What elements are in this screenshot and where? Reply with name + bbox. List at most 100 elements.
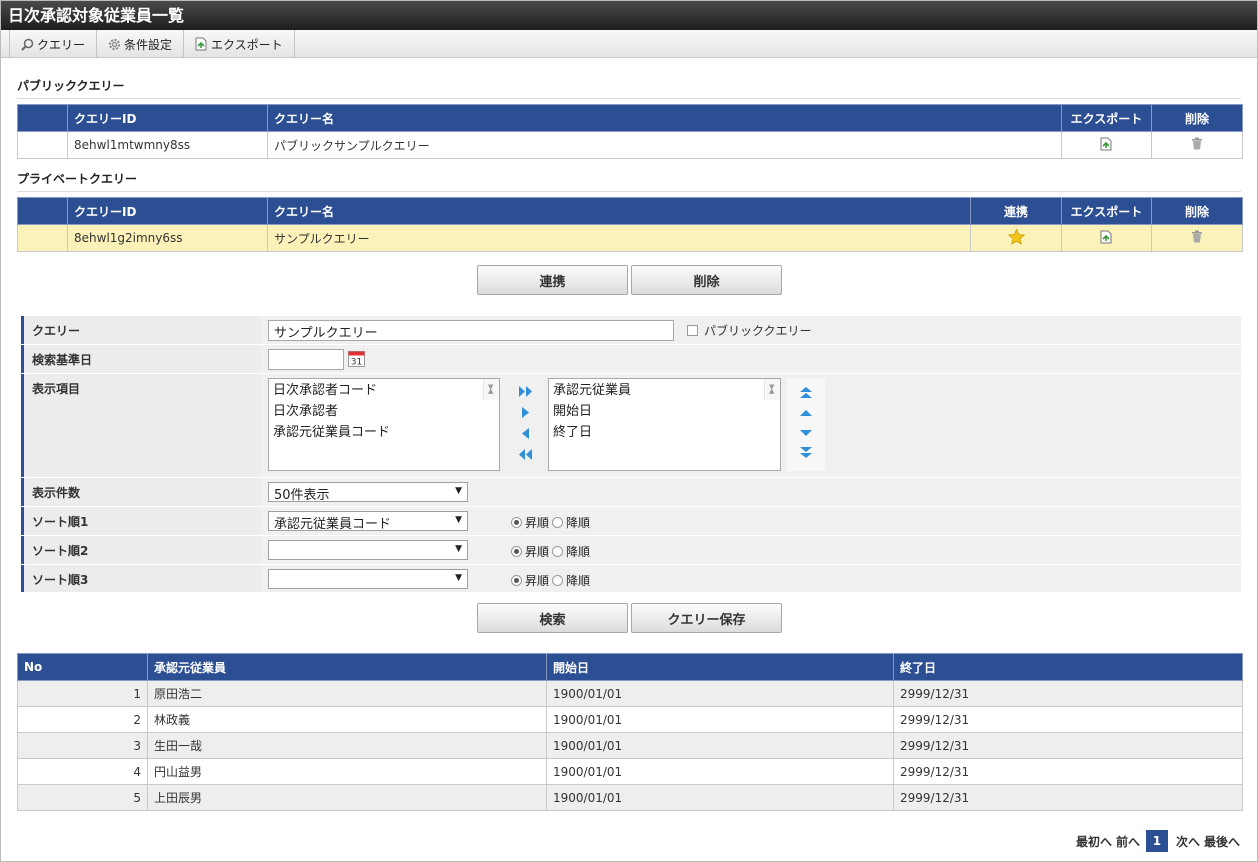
available-items-list[interactable]: 日次承認者コード 日次承認者 承認元従業員コード ▲ ▼ [268,378,500,471]
row-employee: 生田一哉 [147,732,547,759]
header-export: エクスポート [1061,197,1152,225]
query-id-cell[interactable]: 8ehwl1g2imny6ss [67,224,268,252]
list-item[interactable]: 日次承認者 [273,402,495,423]
pager-first[interactable]: 最初へ [1076,833,1112,850]
table-row[interactable]: 5 上田辰男 1900/01/01 2999/12/31 [17,784,1243,811]
pagination: 最初へ 前へ 1 次へ 最後へ [1072,830,1240,852]
table-row[interactable]: 8ehwl1mtwmny8ss パブリックサンプルクエリー [17,131,1243,159]
selected-items-list[interactable]: 承認元従業員 開始日 終了日 ▲ ▼ [548,378,781,471]
move-bottom-button[interactable] [799,446,813,460]
sort2-order: 昇順 降順 [511,543,590,560]
query-id-cell[interactable]: 8ehwl1mtwmny8ss [67,131,268,159]
search-button[interactable]: 検索 [477,603,628,633]
save-query-button[interactable]: クエリー保存 [631,603,782,633]
sort1-desc-radio[interactable] [552,517,564,528]
row-no: 4 [17,758,148,785]
sort2-asc-radio[interactable] [511,546,522,557]
table-row[interactable]: 1 原田浩二 1900/01/01 2999/12/31 [17,680,1243,707]
export-tab-button[interactable]: エクスポート [184,30,295,58]
table-header-row: No 承認元従業員 開始日 終了日 [17,653,1243,681]
export-file-icon[interactable] [1100,230,1113,247]
query-tab-button[interactable]: クエリー [9,30,98,58]
table-row[interactable]: 2 林政義 1900/01/01 2999/12/31 [17,706,1243,733]
count-select[interactable]: 50件表示 ▼ [268,482,468,503]
row-no: 1 [17,680,148,707]
pager-last[interactable]: 最後へ [1204,833,1240,850]
conditions-tab-button[interactable]: 条件設定 [97,30,185,58]
sort3-label: ソート順3 [21,565,261,592]
list-item[interactable]: 開始日 [553,402,776,423]
sort3-asc-label: 昇順 [525,574,550,588]
pager-prev[interactable]: 前へ [1116,833,1140,850]
dropdown-arrow-icon: ▼ [455,573,462,583]
public-query-checkbox-group: パブリッククエリー [687,322,812,339]
star-icon[interactable] [1007,227,1025,248]
move-up-button[interactable] [799,406,813,420]
sort2-asc-label: 昇順 [525,545,550,559]
export-file-icon[interactable] [1100,137,1113,154]
move-down-button[interactable] [799,426,813,440]
query-row: クエリー サンプルクエリー パブリッククエリー [21,316,1241,344]
sort3-order: 昇順 降順 [511,572,590,589]
sort1-order: 昇順 降順 [511,514,590,531]
move-top-button[interactable] [799,386,813,400]
export-tab-label: エクスポート [211,37,283,52]
query-name-input[interactable]: サンプルクエリー [268,320,674,341]
pager-current-page[interactable]: 1 [1145,830,1168,852]
row-end-date: 2999/12/31 [893,732,1243,759]
remove-button[interactable] [519,426,533,440]
pager-next[interactable]: 次へ [1176,833,1200,850]
list-item[interactable]: 承認元従業員コード [273,423,495,444]
sort3-desc-radio[interactable] [552,575,564,586]
date-row: 検索基準日 31 [21,344,1241,373]
sort2-desc-radio[interactable] [552,546,564,557]
list-item[interactable]: 承認元従業員 [553,381,776,402]
header-no: No [17,653,148,681]
sort3-select[interactable]: ▼ [268,569,468,589]
list-item[interactable]: 日次承認者コード [273,381,495,402]
link-button[interactable]: 連携 [477,265,628,295]
trash-icon[interactable] [1191,230,1203,246]
sort3-row: ソート順3 ▼ 昇順 降順 [21,564,1241,592]
header-employee: 承認元従業員 [147,653,547,681]
list-item[interactable]: 終了日 [553,423,776,444]
sort2-row: ソート順2 ▼ 昇順 降順 [21,535,1241,564]
row-employee: 円山益男 [147,758,547,785]
query-name-cell[interactable]: サンプルクエリー [267,224,971,252]
header-delete: 削除 [1151,197,1243,225]
scrollbar[interactable]: ▲ ▼ [764,379,780,400]
row-no: 5 [17,784,148,811]
date-input[interactable] [268,349,344,370]
public-query-checkbox-label: パブリッククエリー [704,324,812,338]
table-row[interactable]: 8ehwl1g2imny6ss サンプルクエリー [17,224,1243,252]
trash-icon[interactable] [1191,137,1203,153]
sort1-select[interactable]: 承認元従業員コード ▼ [268,511,468,532]
remove-all-button[interactable] [519,447,533,461]
delete-button[interactable]: 削除 [631,265,782,295]
export-cell [1061,131,1152,159]
dropdown-arrow-icon: ▼ [455,544,462,554]
add-all-button[interactable] [519,384,533,398]
date-label: 検索基準日 [21,345,261,373]
header-export: エクスポート [1061,104,1152,132]
sort3-asc-radio[interactable] [511,575,522,586]
private-query-table: クエリーID クエリー名 連携 エクスポート 削除 8ehwl1g2imny6s… [17,197,1243,252]
scrollbar[interactable]: ▲ ▼ [483,379,499,400]
calendar-icon[interactable]: 31 [348,350,365,370]
sort1-asc-radio[interactable] [511,517,522,528]
order-controls [787,378,825,471]
sort2-select[interactable]: ▼ [268,540,468,560]
table-row[interactable]: 4 円山益男 1900/01/01 2999/12/31 [17,758,1243,785]
row-employee: 上田辰男 [147,784,547,811]
export-cell [1061,224,1152,252]
public-query-checkbox[interactable] [687,325,698,336]
header-query-id: クエリーID [67,104,268,132]
row-start-date: 1900/01/01 [546,680,894,707]
query-name-cell[interactable]: パブリックサンプルクエリー [267,131,1062,159]
dropdown-arrow-icon: ▼ [455,486,462,496]
add-button[interactable] [519,405,533,419]
header-start-date: 開始日 [546,653,894,681]
table-row[interactable]: 3 生田一哉 1900/01/01 2999/12/31 [17,732,1243,759]
sort1-row: ソート順1 承認元従業員コード ▼ 昇順 降順 [21,506,1241,535]
export-file-icon [194,37,208,51]
